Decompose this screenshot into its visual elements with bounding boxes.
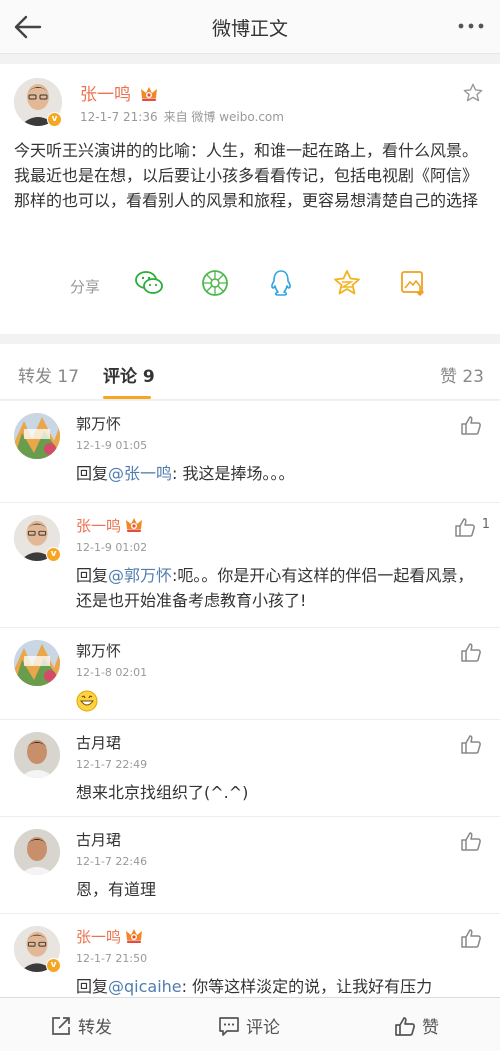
commenter-name[interactable]: 古月珺 xyxy=(76,732,121,753)
qq-icon[interactable] xyxy=(266,268,296,298)
comment-text: 回复@qicaihe: 你等这样淡定的说，让我好有压力 xyxy=(76,974,486,997)
comment-icon xyxy=(219,1017,239,1036)
repost-label[interactable]: 转发 xyxy=(78,1018,112,1038)
moments-icon[interactable] xyxy=(200,268,230,298)
comment-time: 12-1-7 22:46 xyxy=(76,855,148,868)
commenter-name-text[interactable]: 张一鸣 xyxy=(76,517,121,535)
top-bar: 微博正文 xyxy=(0,0,500,54)
thumbs-up-icon xyxy=(395,1017,416,1036)
comment-text: 回复@郭万怀:呃。。你是开心有这样的伴侣一起看风景，还是也开始准备考虑教育小孩了… xyxy=(76,563,486,613)
comment-time: 12-1-7 22:49 xyxy=(76,758,148,771)
verified-badge-icon: v xyxy=(46,547,61,562)
post-source: 来自 微博 weibo.com xyxy=(163,110,284,124)
like-button[interactable]: 赞 xyxy=(394,1013,439,1038)
mention-link[interactable]: @qicaihe xyxy=(108,977,182,996)
comment-time: 12-1-8 02:01 xyxy=(76,666,148,679)
wechat-icon[interactable] xyxy=(134,268,164,298)
comment-label[interactable]: 评论 xyxy=(246,1018,280,1038)
comment-time: 12-1-7 21:50 xyxy=(76,952,148,965)
bottom-action-bar: 转发 评论 赞 xyxy=(0,997,500,1051)
post-meta: 12-1-7 21:36 来自 微博 weibo.com xyxy=(80,108,284,125)
commenter-avatar[interactable] xyxy=(14,640,60,686)
qzone-star-icon[interactable] xyxy=(332,268,362,298)
verified-badge-icon: v xyxy=(46,958,61,973)
commenter-name[interactable]: 郭万怀 xyxy=(76,413,121,434)
comment-body: : 我这是捧场。。。 xyxy=(172,464,295,483)
thumbs-up-icon[interactable] xyxy=(460,734,482,754)
vip-crown-icon xyxy=(126,929,143,943)
comment-item[interactable]: v 张一鸣 12-1-7 21:50 回复@qicaihe: 你等这样淡定的说，… xyxy=(0,914,500,997)
comment-item[interactable]: v 张一鸣 12-1-9 01:02 回复@郭万怀:呃。。你是开心有这样的伴侣一… xyxy=(0,503,500,628)
favorite-star-icon[interactable] xyxy=(462,82,484,104)
comment-item[interactable]: 郭万怀 12-1-8 02:01 xyxy=(0,628,500,720)
thumbs-up-icon[interactable] xyxy=(460,831,482,851)
thumbs-up-icon[interactable] xyxy=(454,517,476,537)
mention-link[interactable]: @张一鸣 xyxy=(108,464,172,483)
commenter-name[interactable]: 古月珺 xyxy=(76,829,121,850)
tab-repost[interactable]: 转发 17 xyxy=(18,362,79,387)
like-label[interactable]: 赞 xyxy=(422,1018,439,1038)
repost-button[interactable]: 转发 xyxy=(50,1013,112,1038)
comment-text: 恩，有道理 xyxy=(76,880,157,899)
more-dots-icon[interactable] xyxy=(454,12,488,40)
commenter-avatar[interactable] xyxy=(14,732,60,778)
comment-body: : 你等这样淡定的说，让我好有压力 xyxy=(181,977,433,996)
repost-icon xyxy=(52,1017,70,1035)
comment-item[interactable]: 古月珺 12-1-7 22:46 恩，有道理 xyxy=(0,817,500,914)
share-label: 分享 xyxy=(70,278,101,296)
tab-comments[interactable]: 评论 9 xyxy=(103,362,155,387)
comment-text: 回复@张一鸣: 我这是捧场。。。 xyxy=(76,461,486,486)
post-time: 12-1-7 21:36 xyxy=(80,110,158,124)
commenter-avatar[interactable] xyxy=(14,413,60,459)
comment-item[interactable]: 郭万怀 12-1-9 01:05 回复@张一鸣: 我这是捧场。。。 xyxy=(0,401,500,503)
post-card: v 张一鸣 12-1-7 21:36 来自 微博 weibo.com 今天听王兴演… xyxy=(0,64,500,334)
comment-time: 12-1-9 01:02 xyxy=(76,541,148,554)
post-text: 今天听王兴演讲的的比喻：人生，和谁一起在路上，看什么风景。 我最近也是在想，以后… xyxy=(14,141,479,210)
mention-link[interactable]: @郭万怀 xyxy=(108,566,172,585)
commenter-avatar[interactable] xyxy=(14,829,60,875)
comment-list: 郭万怀 12-1-9 01:05 回复@张一鸣: 我这是捧场。。。 v 张一鸣 … xyxy=(0,401,500,997)
commenter-name[interactable]: 张一鸣 xyxy=(76,515,143,536)
thumbs-up-icon[interactable] xyxy=(460,642,482,662)
commenter-name[interactable]: 张一鸣 xyxy=(76,926,143,947)
commenter-name[interactable]: 郭万怀 xyxy=(76,640,121,661)
comment-item[interactable]: 古月珺 12-1-7 22:49 想来北京找组织了(^.^) xyxy=(0,720,500,817)
comment-text: 想来北京找组织了(^.^) xyxy=(76,783,249,802)
post-author-name[interactable]: 张一鸣 xyxy=(80,85,131,105)
comment-button[interactable]: 评论 xyxy=(218,1013,280,1038)
comment-tabs: 转发 17 评论 9 赞 23 xyxy=(0,344,500,400)
commenter-name-text[interactable]: 张一鸣 xyxy=(76,928,121,946)
share-row: 分享 xyxy=(0,266,500,306)
vip-crown-icon xyxy=(126,518,143,532)
page-title: 微博正文 xyxy=(211,18,288,40)
verified-badge-icon: v xyxy=(47,112,62,127)
grin-emoji-icon xyxy=(76,690,98,712)
tab-likes[interactable]: 赞 23 xyxy=(440,362,484,387)
reply-prefix: 回复 xyxy=(76,464,109,483)
reply-prefix: 回复 xyxy=(76,566,109,585)
save-image-icon[interactable] xyxy=(398,268,428,298)
comment-time: 12-1-9 01:05 xyxy=(76,439,148,452)
thumbs-up-icon[interactable] xyxy=(460,928,482,948)
thumbs-up-icon[interactable] xyxy=(460,415,482,435)
vip-crown-icon xyxy=(141,87,158,101)
like-count: 1 xyxy=(481,517,490,532)
reply-prefix: 回复 xyxy=(76,977,109,996)
post-author[interactable]: 张一鸣 xyxy=(80,80,158,105)
active-tab-indicator xyxy=(103,396,151,399)
